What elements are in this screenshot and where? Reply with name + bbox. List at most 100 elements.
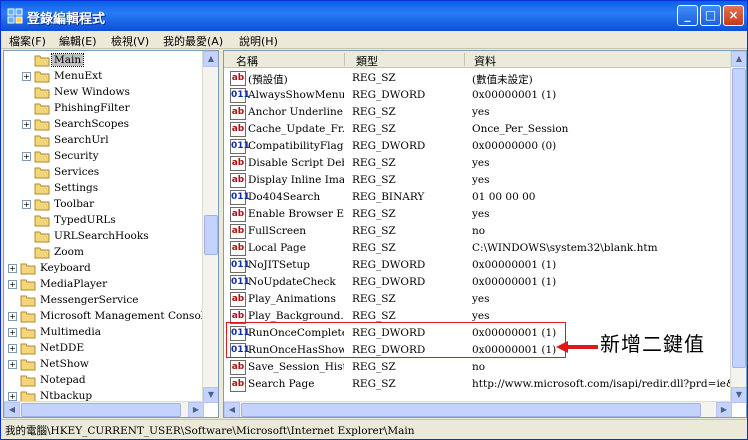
close-button[interactable]: × xyxy=(723,5,744,26)
value-data-cell: yes xyxy=(472,157,490,169)
tree-item[interactable]: + Microsoft Management Console xyxy=(4,309,210,325)
tree-item[interactable]: + Toolbar xyxy=(4,197,202,213)
value-row[interactable]: ab Anchor Underline REG_SZ yes xyxy=(228,104,730,121)
scroll-left-icon[interactable]: ◀ xyxy=(224,402,240,417)
value-row[interactable]: ab FullScreen REG_SZ no xyxy=(228,223,730,240)
menu-help[interactable]: 說明(H) xyxy=(239,33,278,49)
value-row[interactable]: 011 NoUpdateCheck REG_DWORD 0x00000001 (1) xyxy=(228,274,730,291)
key-tree-pane[interactable]: Main + MenuExt New Windows PhishingFilter + Se… xyxy=(3,50,219,418)
tree-item[interactable]: + SearchScopes xyxy=(4,117,202,133)
column-divider[interactable] xyxy=(344,53,345,66)
tree-item[interactable]: New Windows xyxy=(4,85,202,101)
string-value-icon: ab xyxy=(230,292,246,307)
value-type-cell: REG_BINARY xyxy=(352,191,425,203)
value-data-cell: no xyxy=(472,225,486,237)
list-vertical-scrollbar[interactable]: ▲ ▼ xyxy=(730,51,746,403)
column-name-header[interactable]: 名稱 xyxy=(236,53,258,69)
column-divider[interactable] xyxy=(464,53,465,66)
tree-item[interactable]: + Keyboard xyxy=(4,261,202,277)
folder-icon xyxy=(20,327,36,339)
annotation-label: 新增二鍵值 xyxy=(600,332,705,356)
expand-icon[interactable]: + xyxy=(22,152,31,161)
column-type-header[interactable]: 類型 xyxy=(356,53,378,69)
menu-favorites[interactable]: 我的最愛(A) xyxy=(163,33,223,49)
scroll-up-icon[interactable]: ▲ xyxy=(203,51,218,67)
value-row[interactable]: 011 Do404Search REG_BINARY 01 00 00 00 xyxy=(228,189,730,206)
tree-item[interactable]: + MenuExt xyxy=(4,69,202,85)
tree-item[interactable]: Main xyxy=(4,53,202,69)
scroll-thumb[interactable] xyxy=(204,215,218,255)
list-horizontal-scrollbar[interactable]: ◀ ▶ xyxy=(224,401,732,417)
tree-item[interactable]: + Security xyxy=(4,149,202,165)
scroll-left-icon[interactable]: ◀ xyxy=(4,402,20,417)
tree-item[interactable]: URLSearchHooks xyxy=(4,229,202,245)
expand-icon[interactable]: + xyxy=(22,72,31,81)
tree-item[interactable]: + NetShow xyxy=(4,357,202,373)
value-type-cell: REG_SZ xyxy=(352,225,396,237)
expand-icon[interactable]: + xyxy=(8,280,17,289)
tree-vertical-scrollbar[interactable]: ▲ ▼ xyxy=(202,51,218,403)
value-row[interactable]: ab Cache_Update_Fr... REG_SZ Once_Per_Sessi… xyxy=(228,121,730,138)
scroll-right-icon[interactable]: ▶ xyxy=(188,402,204,417)
folder-icon xyxy=(34,135,50,147)
tree-item[interactable]: SearchUrl xyxy=(4,133,202,149)
expand-icon[interactable]: + xyxy=(8,360,17,369)
status-bar: 我的電腦\HKEY_CURRENT_USER\Software\Microsof… xyxy=(1,419,747,439)
tree-item[interactable]: Services xyxy=(4,165,202,181)
scroll-thumb[interactable] xyxy=(732,68,746,368)
tree-horizontal-scrollbar[interactable]: ◀ ▶ xyxy=(4,401,204,417)
tree-item[interactable]: Notepad xyxy=(4,373,202,389)
scroll-up-icon[interactable]: ▲ xyxy=(731,51,746,67)
tree-item[interactable]: Settings xyxy=(4,181,202,197)
expand-icon[interactable]: + xyxy=(8,264,17,273)
value-row[interactable]: ab Enable Browser E... REG_SZ yes xyxy=(228,206,730,223)
expand-icon[interactable]: + xyxy=(8,392,17,401)
tree-item[interactable]: MessengerService xyxy=(4,293,202,309)
expand-icon[interactable]: + xyxy=(22,200,31,209)
tree-item[interactable]: + Multimedia xyxy=(4,325,202,341)
scroll-right-icon[interactable]: ▶ xyxy=(716,402,732,417)
menu-view[interactable]: 檢視(V) xyxy=(111,33,149,49)
value-name-cell: Save_Session_Hist... xyxy=(248,361,344,373)
value-row[interactable]: abSave_Session_Hist... REG_SZ no xyxy=(228,359,730,376)
value-row[interactable]: 011 AlwaysShowMenus REG_DWORD 0x00000001 (1… xyxy=(228,87,730,104)
string-value-icon: ab xyxy=(230,207,246,222)
value-row[interactable]: ab (預設值) REG_SZ (數值未設定) xyxy=(228,70,730,87)
callout-arrow-icon xyxy=(556,341,598,353)
title-bar[interactable]: 登錄編輯程式 _ □ × xyxy=(1,1,747,31)
minimize-button[interactable]: _ xyxy=(677,5,698,26)
expand-icon[interactable]: + xyxy=(8,344,17,353)
menu-edit[interactable]: 編輯(E) xyxy=(59,33,97,49)
value-data-cell: http://www.microsoft.com/isapi/redir.dll… xyxy=(472,378,730,390)
scroll-down-icon[interactable]: ▼ xyxy=(203,387,218,403)
tree-item[interactable]: + NetDDE xyxy=(4,341,202,357)
value-name-cell: Play_Background... xyxy=(248,310,344,322)
value-row[interactable]: 011 CompatibilityFlags REG_DWORD 0x00000000… xyxy=(228,138,730,155)
scroll-thumb[interactable] xyxy=(21,403,181,417)
value-data-cell: Once_Per_Session xyxy=(472,123,569,135)
tree-item-label: NetShow xyxy=(40,358,89,370)
tree-item[interactable]: + MediaPlayer xyxy=(4,277,202,293)
folder-icon xyxy=(34,55,50,67)
menu-file[interactable]: 檔案(F) xyxy=(9,33,46,49)
expand-icon[interactable]: + xyxy=(8,328,17,337)
scroll-down-icon[interactable]: ▼ xyxy=(731,387,746,403)
value-row[interactable]: ab Search Page REG_SZ http://www.microsoft.… xyxy=(228,376,730,393)
value-row[interactable]: abDisable Script Deb... REG_SZ yes xyxy=(228,155,730,172)
maximize-button[interactable]: □ xyxy=(700,5,721,26)
tree-item[interactable]: PhishingFilter xyxy=(4,101,202,117)
value-name-cell: Do404Search xyxy=(248,191,321,203)
value-row[interactable]: 011 NoJITSetup REG_DWORD 0x00000001 (1) xyxy=(228,257,730,274)
tree-item[interactable]: Zoom xyxy=(4,245,202,261)
values-list-pane[interactable]: 名稱 類型 資料 ab (預設值) REG_SZ (數值未設定) 011 AlwaysSh… xyxy=(223,50,747,418)
value-row[interactable]: ab Local Page REG_SZ C:\WINDOWS\system32\bl… xyxy=(228,240,730,257)
folder-icon xyxy=(20,295,36,307)
scroll-thumb[interactable] xyxy=(241,403,701,417)
expand-icon[interactable]: + xyxy=(22,120,31,129)
value-row[interactable]: abDisplay Inline Ima... REG_SZ yes xyxy=(228,172,730,189)
expand-icon[interactable]: + xyxy=(8,312,17,321)
tree-item[interactable]: TypedURLs xyxy=(4,213,202,229)
value-data-cell: yes xyxy=(472,174,490,186)
column-data-header[interactable]: 資料 xyxy=(474,53,496,69)
value-row[interactable]: ab Play_Animations REG_SZ yes xyxy=(228,291,730,308)
